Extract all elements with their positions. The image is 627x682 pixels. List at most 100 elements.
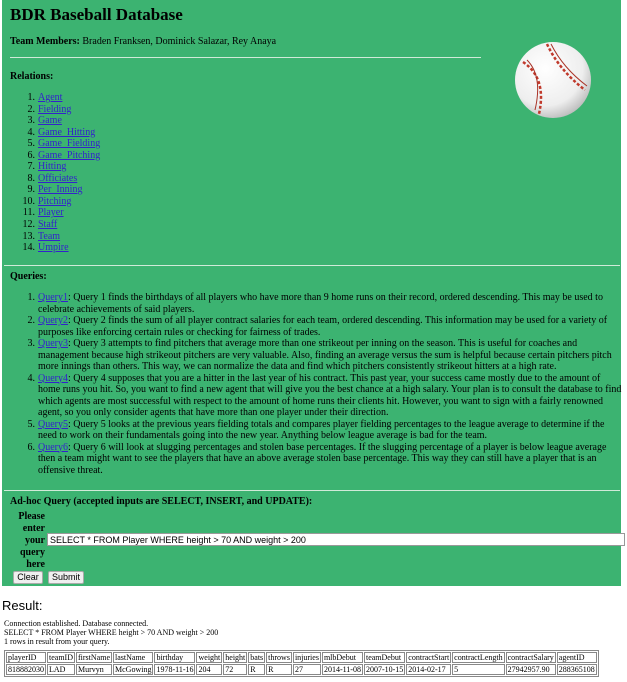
query-item: 3. Query3: Query 3 attempts to find pitch… (10, 338, 622, 373)
relation-item: 6. Game_Pitching (10, 149, 101, 162)
table-cell: 5 (452, 664, 505, 675)
query-number: 3. (27, 338, 36, 349)
relation-item: 13. Team (10, 231, 100, 243)
column-header-teamdebut: teamDebut (363, 652, 406, 663)
relation-item: 2. Fielding (10, 104, 100, 116)
query-link-5[interactable]: Query5 (38, 419, 68, 430)
relation-item: 4. Game_Hitting (10, 127, 100, 139)
column-header-contractsalary: contractSalary (505, 652, 556, 663)
team-members-names: Braden Franksen, Dominick Salazar, Rey A… (82, 36, 277, 47)
relation-link-staff[interactable]: Staff (38, 219, 57, 230)
query-description: : Query 5 looks at the previous years fi… (38, 418, 605, 442)
result-table: playerID teamID firstName lastName birthday w… (4, 650, 599, 677)
query-item: 4. Query4: Query 4 supposes that you are … (10, 373, 622, 419)
team-members: Team Members: Braden Franksen, Dominick … (10, 36, 276, 47)
query-description: : Query 6 will look at slugging percenta… (38, 441, 607, 476)
relation-item: 1. Agent (10, 92, 100, 104)
table-cell: 2007-10-15 (363, 664, 406, 675)
table-cell: 1978-11-16 (154, 664, 196, 675)
relation-link-agent[interactable]: Agent (38, 92, 62, 103)
query-link-2[interactable]: Query2 (38, 315, 68, 326)
query-item: 5. Query5: Query 5 looks at the previous … (10, 419, 622, 442)
query-number: 6. (27, 441, 36, 453)
relations-list: 1. Agent 2. Fielding 3. Game 4. Game_Hitting 5. G… (10, 92, 101, 254)
relation-link-pitching[interactable]: Pitching (38, 196, 71, 207)
relation-link-game-hitting[interactable]: Game_Hitting (38, 127, 95, 138)
query-number: 1. (27, 292, 36, 303)
relation-link-game-fielding[interactable]: Game_Fielding (38, 138, 100, 149)
column-header-teamid: teamID (47, 652, 75, 663)
query-description: : Query 2 finds the sum of all player co… (38, 315, 608, 338)
adhoc-heading: Ad-hoc Query (accepted inputs are SELECT… (10, 496, 313, 507)
main-panel: BDR Baseball Database Team Members: Brad… (2, 0, 625, 586)
relation-link-umpire[interactable]: Umpire (38, 242, 69, 253)
relation-item: 8. Officiates (10, 173, 100, 185)
query-link-6[interactable]: Query6 (38, 442, 68, 453)
table-cell: 72 (223, 664, 248, 675)
table-cell: 818882030 (6, 664, 46, 675)
relation-number: 11. (22, 207, 35, 219)
column-header-contractlength: contractLength (452, 652, 505, 663)
relation-item: 3. Game (10, 115, 100, 127)
column-header-playerid: playerID (6, 652, 46, 663)
column-header-throws: throws (266, 652, 292, 663)
query-item: 1. Query1: Query 1 finds the birthdays of… (10, 292, 622, 315)
queries-list: 1. Query1: Query 1 finds the birthdays of… (10, 292, 622, 476)
relations-heading: Relations: (10, 71, 54, 82)
query-input[interactable] (47, 533, 625, 546)
column-header-weight: weight (196, 652, 223, 663)
relation-link-officiates[interactable]: Officiates (38, 173, 77, 184)
query-item: 2. Query2: Query 2 finds the sum of all p… (10, 315, 622, 338)
result-header-row: playerID teamID firstName lastName birthday w… (6, 652, 597, 663)
relation-number: 9. (27, 184, 36, 196)
relation-number: 12. (22, 219, 36, 231)
relation-item: 9. Per_Inning (10, 184, 100, 196)
result-body: 818882030 LAD Murvyn McGowing 1978-11-16 204 7… (6, 664, 597, 675)
query-description: : Query 3 attempts to find pitchers that… (38, 338, 612, 372)
relation-link-game-pitching[interactable]: Game_Pitching (38, 150, 100, 161)
result-heading: Result: (2, 598, 43, 613)
relation-number: 10. (22, 195, 36, 207)
result-status: Connection established. Database connect… (4, 619, 218, 646)
column-header-height: height (223, 652, 248, 663)
relation-number: 3. (27, 115, 36, 127)
table-cell: 2014-02-17 (406, 664, 452, 675)
table-cell: R (266, 664, 292, 675)
query-link-3[interactable]: Query3 (38, 338, 68, 349)
queries-heading: Queries: (10, 271, 47, 282)
relation-link-fielding[interactable]: Fielding (38, 104, 71, 115)
query-number: 5. (27, 418, 36, 430)
relation-link-team[interactable]: Team (38, 231, 60, 242)
relation-number: 7. (27, 161, 36, 173)
relation-number: 4. (27, 126, 36, 138)
query-link-1[interactable]: Query1 (38, 292, 68, 303)
relation-number: 1. (27, 92, 36, 103)
relation-item: 10. Pitching (10, 196, 100, 208)
table-cell: McGowing (113, 664, 154, 675)
relation-link-hitting[interactable]: Hitting (38, 161, 66, 172)
team-members-label: Team Members: (10, 36, 80, 47)
table-cell: 27 (292, 664, 321, 675)
table-cell: R (248, 664, 266, 675)
page-title: BDR Baseball Database (10, 5, 183, 24)
relation-link-game[interactable]: Game (38, 115, 62, 126)
query-description: : Query 4 supposes that you are a hitter… (38, 372, 622, 419)
relation-link-player[interactable]: Player (38, 207, 64, 218)
relation-number: 6. (27, 149, 36, 161)
relation-item: 5. Game_Fielding (10, 138, 101, 150)
relation-number: 2. (27, 103, 36, 115)
header-divider (10, 57, 481, 58)
table-cell: 204 (196, 664, 223, 675)
relation-link-per-inning[interactable]: Per_Inning (38, 184, 82, 195)
baseball-icon (515, 42, 591, 118)
relation-number: 8. (27, 172, 36, 184)
query-description: : Query 1 finds the birthdays of all pla… (38, 292, 603, 315)
table-cell: 2014-11-08 (321, 664, 363, 675)
relation-number: 14. (22, 242, 36, 254)
clear-button[interactable]: Clear (13, 571, 43, 584)
query-link-4[interactable]: Query4 (38, 373, 68, 384)
submit-button[interactable]: Submit (48, 571, 84, 584)
column-header-birthday: birthday (154, 652, 196, 663)
column-header-agentid: agentID (556, 652, 597, 663)
column-header-injuries: injuries (292, 652, 321, 663)
